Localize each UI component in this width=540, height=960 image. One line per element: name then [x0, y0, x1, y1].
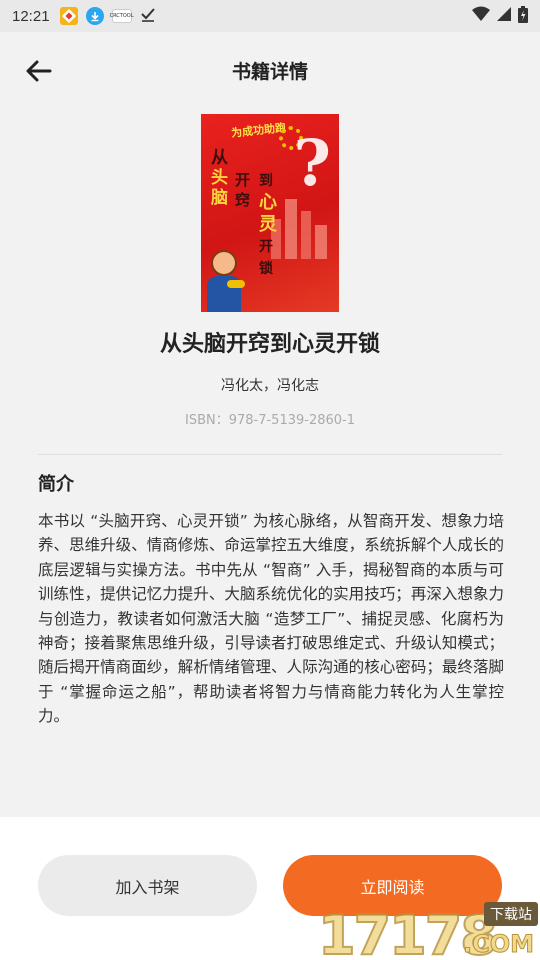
back-button[interactable]	[24, 56, 54, 86]
status-indicators	[472, 5, 528, 27]
status-notifications: CRCTOOL	[59, 6, 156, 26]
battery-icon	[518, 5, 528, 27]
app-header: 书籍详情	[0, 32, 540, 108]
signal-icon	[496, 6, 512, 26]
add-to-shelf-button[interactable]: 加入书架	[38, 855, 257, 916]
intro-heading: 简介	[38, 474, 74, 495]
divider	[38, 454, 502, 455]
crctool-notification-icon: CRCTOOL	[110, 9, 134, 23]
status-bar: 12:21 CRCTOOL	[0, 0, 540, 32]
app-notification-icon	[59, 7, 78, 25]
back-arrow-icon	[26, 60, 52, 82]
cover-char: 开锁	[259, 239, 273, 277]
intro-body: 本书以 “头脑开窍、心灵开锁” 为核心脉络，从智商开发、想象力培养、思维升级、情…	[38, 512, 504, 726]
download-icon	[85, 7, 104, 25]
cover-char: 心	[259, 192, 277, 213]
cover-char: 从	[211, 148, 228, 168]
cover-figure-illustration	[203, 246, 245, 312]
page-title: 书籍详情	[231, 60, 308, 83]
cover-char: 脑	[211, 188, 228, 208]
cover-title-col3: 到 心 灵 开锁	[259, 170, 283, 280]
book-authors: 冯化太，冯化志	[221, 378, 319, 394]
status-time: 12:21	[12, 7, 50, 25]
cover-char: 到	[259, 173, 273, 189]
watermark-suffix: .COM	[462, 930, 534, 959]
book-cover: 为成功助跑 ? 从 头 脑 开窍 到 心 灵 开锁	[201, 114, 339, 312]
cover-char: 头	[211, 168, 228, 188]
book-title: 从头脑开窍到心灵开锁	[159, 332, 380, 357]
question-mark-icon: ?	[293, 126, 332, 201]
book-isbn: ISBN：978-7-5139-2860-1	[184, 413, 356, 428]
cover-title-col2: 开窍	[235, 171, 251, 209]
site-watermark: 17178 下载站 .COM	[317, 900, 540, 960]
watermark-tag: 下载站	[484, 902, 538, 926]
cover-char: 灵	[259, 214, 277, 235]
wifi-icon	[472, 6, 490, 26]
check-done-icon	[140, 6, 156, 26]
cover-title-col1: 从 头 脑	[211, 148, 235, 208]
